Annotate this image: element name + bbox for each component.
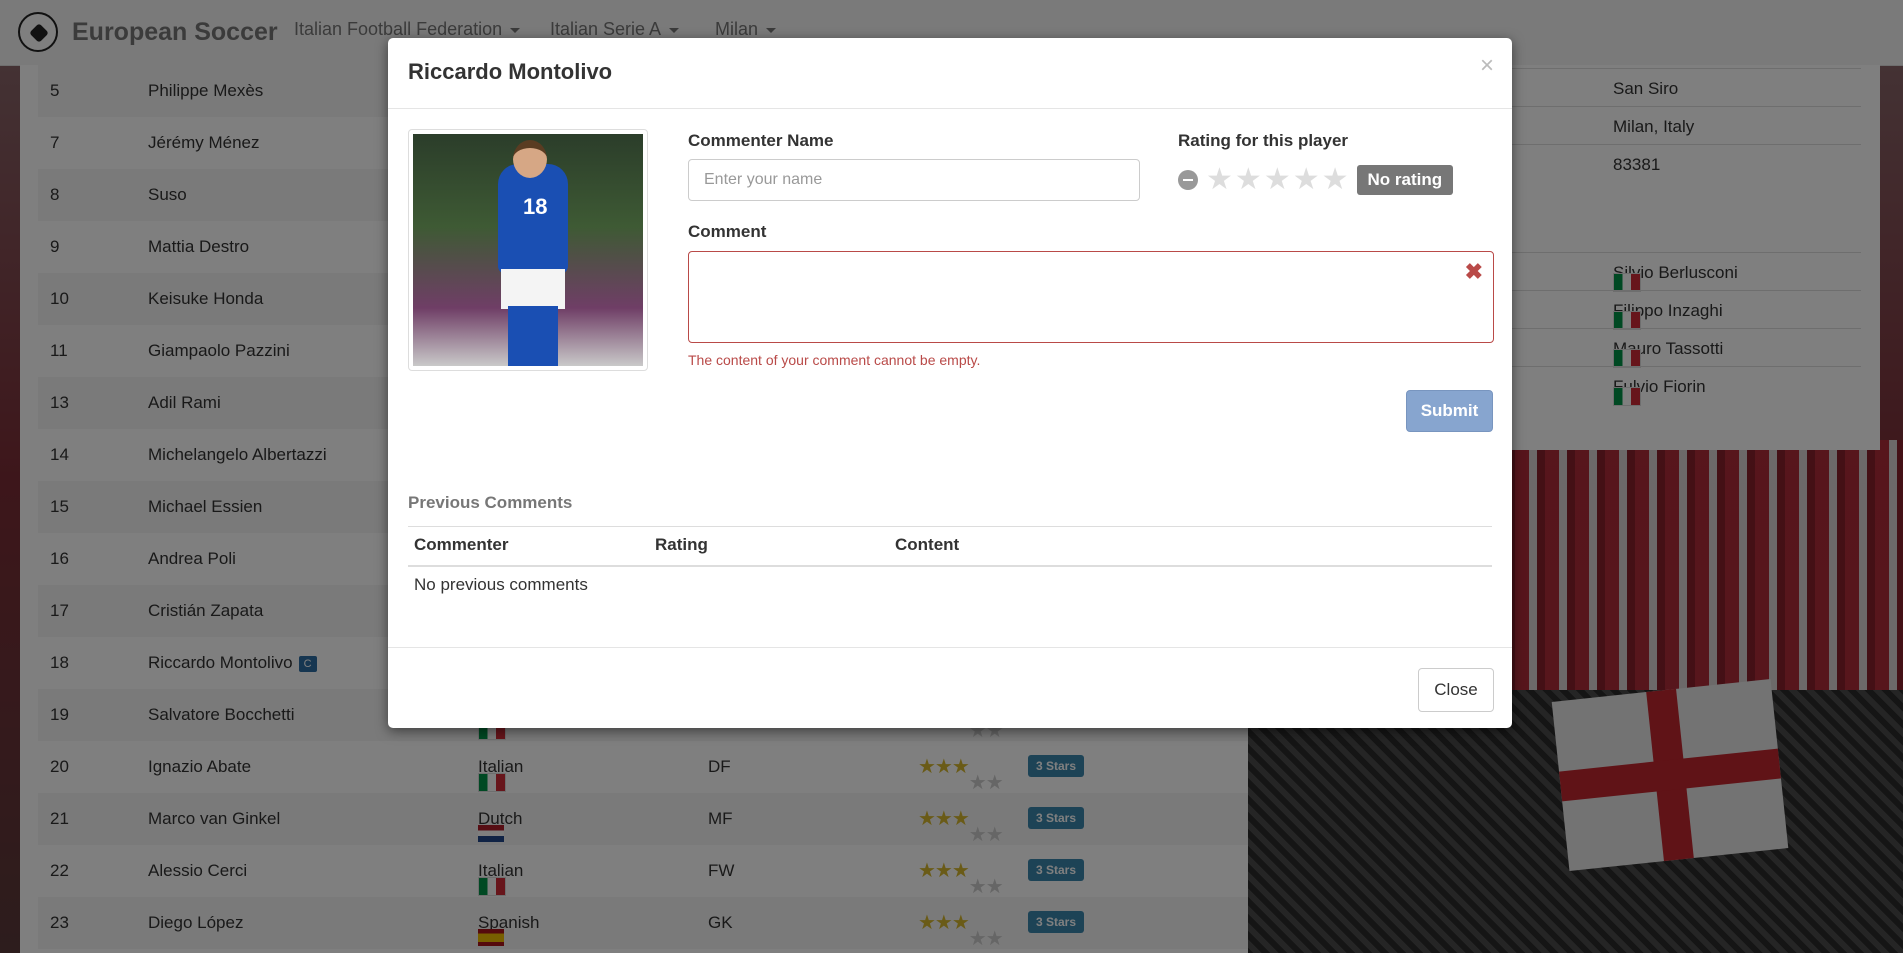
modal-title: Riccardo Montolivo xyxy=(408,59,613,84)
commenter-name-label: Commenter Name xyxy=(688,131,834,150)
column-header-rating: Rating xyxy=(655,535,708,554)
column-header-content: Content xyxy=(895,535,960,554)
error-x-icon: ✖ xyxy=(1464,259,1483,284)
player-comment-modal: Riccardo Montolivo × 18 Commenter Name R… xyxy=(388,38,1512,728)
submit-button[interactable]: Submit xyxy=(1406,390,1493,432)
modal-header: Riccardo Montolivo × xyxy=(388,38,1512,109)
column-header-commenter: Commenter xyxy=(414,535,509,554)
star-icon[interactable]: ★ xyxy=(1293,165,1320,195)
close-icon[interactable]: × xyxy=(1480,52,1494,80)
comments-table: Commenter Rating Content No previous com… xyxy=(408,526,1492,594)
rating-value-badge: No rating xyxy=(1356,165,1454,195)
modal-footer: Close xyxy=(388,647,1512,729)
star-icon[interactable]: ★ xyxy=(1206,165,1233,195)
star-icon[interactable]: ★ xyxy=(1264,165,1291,195)
rating-label: Rating for this player xyxy=(1178,131,1349,150)
previous-comments-title: Previous Comments xyxy=(408,493,573,512)
empty-comments-message: No previous comments xyxy=(414,575,588,594)
close-button[interactable]: Close xyxy=(1418,668,1494,712)
comment-label: Comment xyxy=(688,222,767,241)
cancel-rating-icon[interactable] xyxy=(1178,170,1198,190)
comment-textarea[interactable]: ✖ xyxy=(688,251,1494,343)
comment-error-message: The content of your comment cannot be em… xyxy=(688,352,981,368)
star-icon[interactable]: ★ xyxy=(1322,165,1349,195)
player-photo: 18 xyxy=(408,129,648,371)
jersey-number: 18 xyxy=(523,194,548,219)
commenter-name-input[interactable] xyxy=(688,159,1140,201)
star-icon[interactable]: ★ xyxy=(1235,165,1262,195)
star-rating: ★ ★ ★ ★ ★ No rating xyxy=(1178,165,1454,195)
